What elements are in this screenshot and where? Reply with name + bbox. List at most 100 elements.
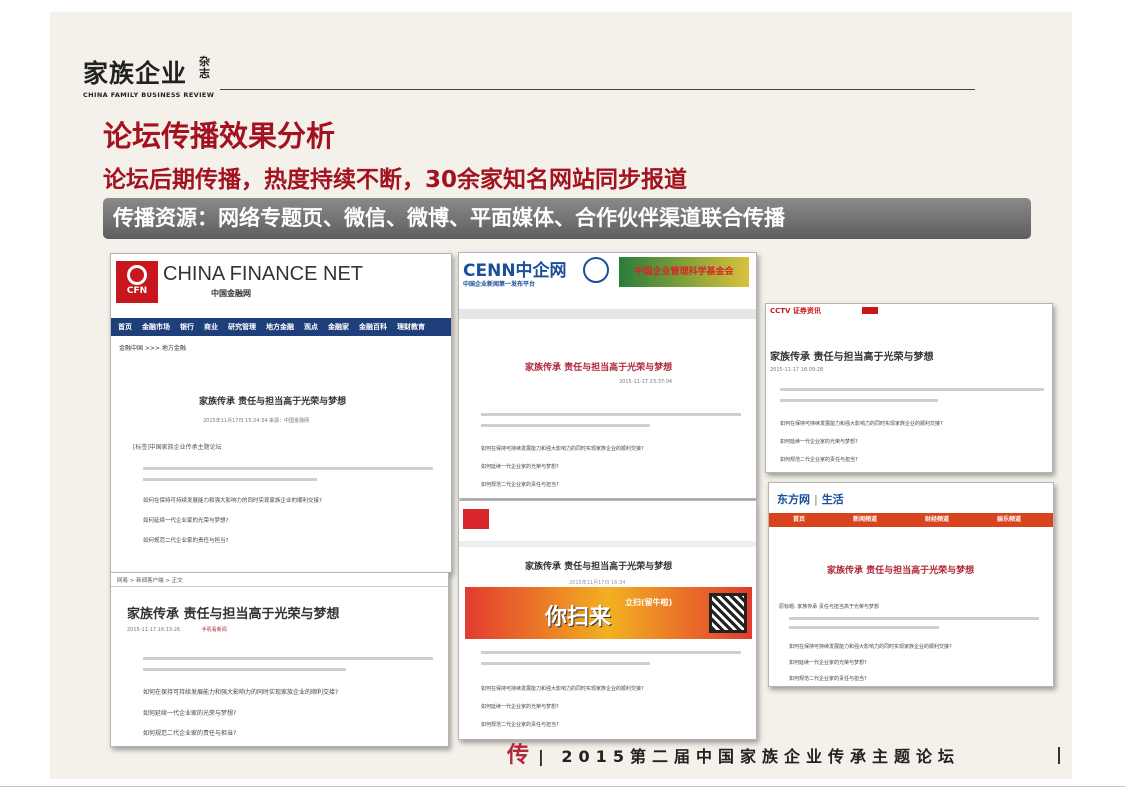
- cfn-meta: 2015年11月17日 15:24:34 来源：中国金融网: [203, 418, 310, 424]
- mid-q3: 如何规范二代企业家的责任与担当?: [481, 722, 559, 728]
- cfn-q1: 如何在保持可持续发展能力和强大影响力的同时实现家族企业的顺利交接?: [143, 498, 322, 504]
- cfn-tag: [标签]中国家族企业传承主题论坛: [133, 444, 222, 451]
- cfn-nav-item[interactable]: 理财教育: [397, 323, 425, 331]
- bl-body-lines: [143, 657, 433, 679]
- cfn-brand-cn: 中国金融网: [211, 289, 251, 298]
- logo-side-text: 杂志: [199, 55, 210, 80]
- mid-ad-banner: 你扫来 立扫(留牛啦): [465, 587, 752, 639]
- screenshot-cctv: CCTV 证券资讯 家族传承 责任与担当高于光荣与梦想 2015-11-17 1…: [765, 303, 1053, 473]
- text-line: [789, 626, 939, 629]
- text-line: [481, 424, 650, 427]
- text-line: [780, 388, 1044, 391]
- bl-q2: 如何延续一代企业家的光荣与梦想?: [143, 710, 237, 717]
- cfn-nav-item[interactable]: 首页: [118, 323, 132, 331]
- footer-end-bar: [1058, 747, 1060, 764]
- cfn-logo-ring: [127, 265, 147, 285]
- bl-rule: [111, 586, 448, 587]
- text-line: [143, 467, 433, 470]
- cctv-tag-icon: [862, 307, 878, 314]
- cfn-nav-item[interactable]: 银行: [180, 323, 194, 331]
- cfn-brand: CHINA FINANCE NET: [163, 263, 364, 285]
- text-line: [143, 657, 433, 660]
- cenn-meta: 2015-11-17 23:37:04: [619, 379, 673, 385]
- magazine-logo: 家族企业 杂志 CHINA FAMILY BUSINESS REVIEW: [83, 54, 215, 100]
- cctv-meta: 2015-11-17 16:09:28: [770, 367, 824, 373]
- text-line: [143, 478, 317, 481]
- footer-forum-title: | 2015第二届中国家族企业传承主题论坛: [538, 747, 960, 766]
- bl-meta-date: 2015-11-17 16:13:26: [127, 627, 181, 633]
- qr-pattern: [712, 596, 744, 630]
- cctv-body-lines: [780, 388, 1044, 410]
- cfn-q2: 如何延续一代企业家的光荣与梦想?: [143, 518, 229, 524]
- cenn-q1: 如何在保持可持续发展能力和强大影响力的同时实现家族企业的顺利交接?: [481, 446, 644, 452]
- mid-nav-bar: [459, 541, 756, 547]
- mid-q2: 如何延续一代企业家的光荣与梦想?: [481, 704, 559, 710]
- cfn-nav-item[interactable]: 金融百科: [359, 323, 387, 331]
- mid-article-title: 家族传承 责任与担当高于光荣与梦想: [525, 562, 673, 572]
- eastday-nav-item[interactable]: 财经频道: [925, 516, 949, 523]
- eastday-nav-item[interactable]: 娱乐频道: [997, 516, 1021, 523]
- cfn-article-title: 家族传承 责任与担当高于光荣与梦想: [199, 397, 347, 407]
- text-line: [143, 668, 346, 671]
- page-subtitle: 论坛后期传播，热度持续不断，30余家知名网站同步报道: [103, 160, 687, 194]
- mid-ad-big-text: 你扫来: [545, 605, 612, 630]
- eastday-article-title: 家族传承 责任与担当高于光荣与梦想: [827, 566, 975, 576]
- eastday-nav-bar: 首页 新闻频道 财经频道 娱乐频道: [769, 513, 1053, 527]
- mid-meta: 2015年11月17日 16:34: [569, 580, 626, 586]
- cenn-body-lines: [481, 413, 741, 435]
- logo-main-text: 家族企业: [83, 59, 188, 88]
- cfn-badge-text: CFN: [126, 286, 148, 296]
- mid-body-lines: [481, 651, 741, 673]
- cfn-nav-item[interactable]: 金融市场: [142, 323, 170, 331]
- cctv-article-title: 家族传承 责任与担当高于光荣与梦想: [770, 352, 934, 363]
- bl-meta-source[interactable]: 手机看新闻: [202, 627, 227, 633]
- cenn-header-banner: 中国企业管理科学基金会: [619, 257, 749, 287]
- eastday-brand: 东方网 | 生活: [777, 491, 844, 507]
- cfn-breadcrumb: 金融中国 >>> 地方金融: [119, 345, 186, 352]
- screenshot-cfn: CFN CHINA FINANCE NET 中国金融网 首页 金融市场 银行 商业 研究…: [110, 253, 452, 573]
- subtitle-pre: 论坛后期传播，热度持续不断，: [103, 166, 425, 193]
- cctv-q1: 如何在保持可持续发展能力和强大影响力的同时实现家族企业的顺利交接?: [780, 421, 943, 427]
- cenn-brand: CENN中企网: [463, 261, 567, 281]
- screenshot-middle: 家族传承 责任与担当高于光荣与梦想 2015年11月17日 16:34 你扫来 …: [458, 500, 757, 740]
- header-rule: [220, 89, 975, 90]
- eastday-q1: 如何在保持可持续发展能力和强大影响力的同时实现家族企业的顺利交接?: [789, 644, 952, 650]
- cfn-nav-item[interactable]: 观点: [304, 323, 318, 331]
- eastday-body-lines: [789, 617, 1039, 637]
- cfn-nav-item[interactable]: 研究管理: [228, 323, 256, 331]
- cctv-q2: 如何延续一代企业家的光荣与梦想?: [780, 439, 858, 445]
- cfn-nav-item[interactable]: 地方金融: [266, 323, 294, 331]
- eastday-brand-sub: 生活: [821, 493, 844, 506]
- eastday-nav-item[interactable]: 新闻频道: [853, 516, 877, 523]
- footer-logo-mark: 传: [507, 742, 530, 768]
- bl-meta: 2015-11-17 16:13:26 手机看新闻: [127, 626, 227, 633]
- eastday-nav-item[interactable]: 首页: [793, 516, 805, 523]
- logo-subtitle: CHINA FAMILY BUSINESS REVIEW: [83, 91, 215, 99]
- cfn-logo-badge: CFN: [116, 261, 158, 303]
- cfn-nav-bar: 首页 金融市场 银行 商业 研究管理 地方金融 观点 金融家 金融百科 理财教育: [111, 318, 451, 336]
- eastday-lead: 原标题: 家族传承 责任与担当高于光荣与梦想: [779, 604, 879, 610]
- text-line: [789, 617, 1039, 620]
- bottom-rule: [0, 786, 1125, 787]
- text-line: [481, 651, 741, 654]
- mid-q1: 如何在保持可持续发展能力和强大影响力的同时实现家族企业的顺利交接?: [481, 686, 644, 692]
- cfn-nav-item[interactable]: 商业: [204, 323, 218, 331]
- text-line: [481, 662, 650, 665]
- bl-q1: 如何在保持可持续发展能力和强大影响力的同时实现家族企业的顺利交接?: [143, 689, 339, 696]
- text-line: [780, 399, 939, 402]
- screenshot-bottom-left: 网易 > 新闻客户端 > 正文 家族传承 责任与担当高于光荣与梦想 2015-1…: [110, 572, 449, 747]
- cenn-q3: 如何规范二代企业家的责任与担当?: [481, 482, 559, 488]
- cfn-nav-item[interactable]: 金融家: [328, 323, 349, 331]
- screenshot-cenn: CENN中企网 中国企业管理科学基金会 中国企业新闻第一发布平台 家族传承 责任…: [458, 252, 757, 499]
- resource-banner: 传播资源：网络专题页、微信、微博、平面媒体、合作伙伴渠道联合传播: [103, 198, 1031, 239]
- bl-q3: 如何规范二代企业家的责任与担当?: [143, 730, 237, 737]
- eastday-q3: 如何规范二代企业家的责任与担当?: [789, 676, 867, 682]
- page-title: 论坛传播效果分析: [103, 119, 336, 153]
- cenn-nav-bar: [459, 309, 756, 319]
- cfn-q3: 如何规范二代企业家的责任与担当?: [143, 538, 229, 544]
- eastday-divider: |: [810, 493, 822, 506]
- cfn-body-lines: [143, 467, 433, 489]
- eastday-brand-name: 东方网: [777, 493, 810, 506]
- bl-breadcrumb: 网易 > 新闻客户端 > 正文: [117, 578, 183, 584]
- subtitle-post: 余家知名网站同步报道: [457, 166, 688, 193]
